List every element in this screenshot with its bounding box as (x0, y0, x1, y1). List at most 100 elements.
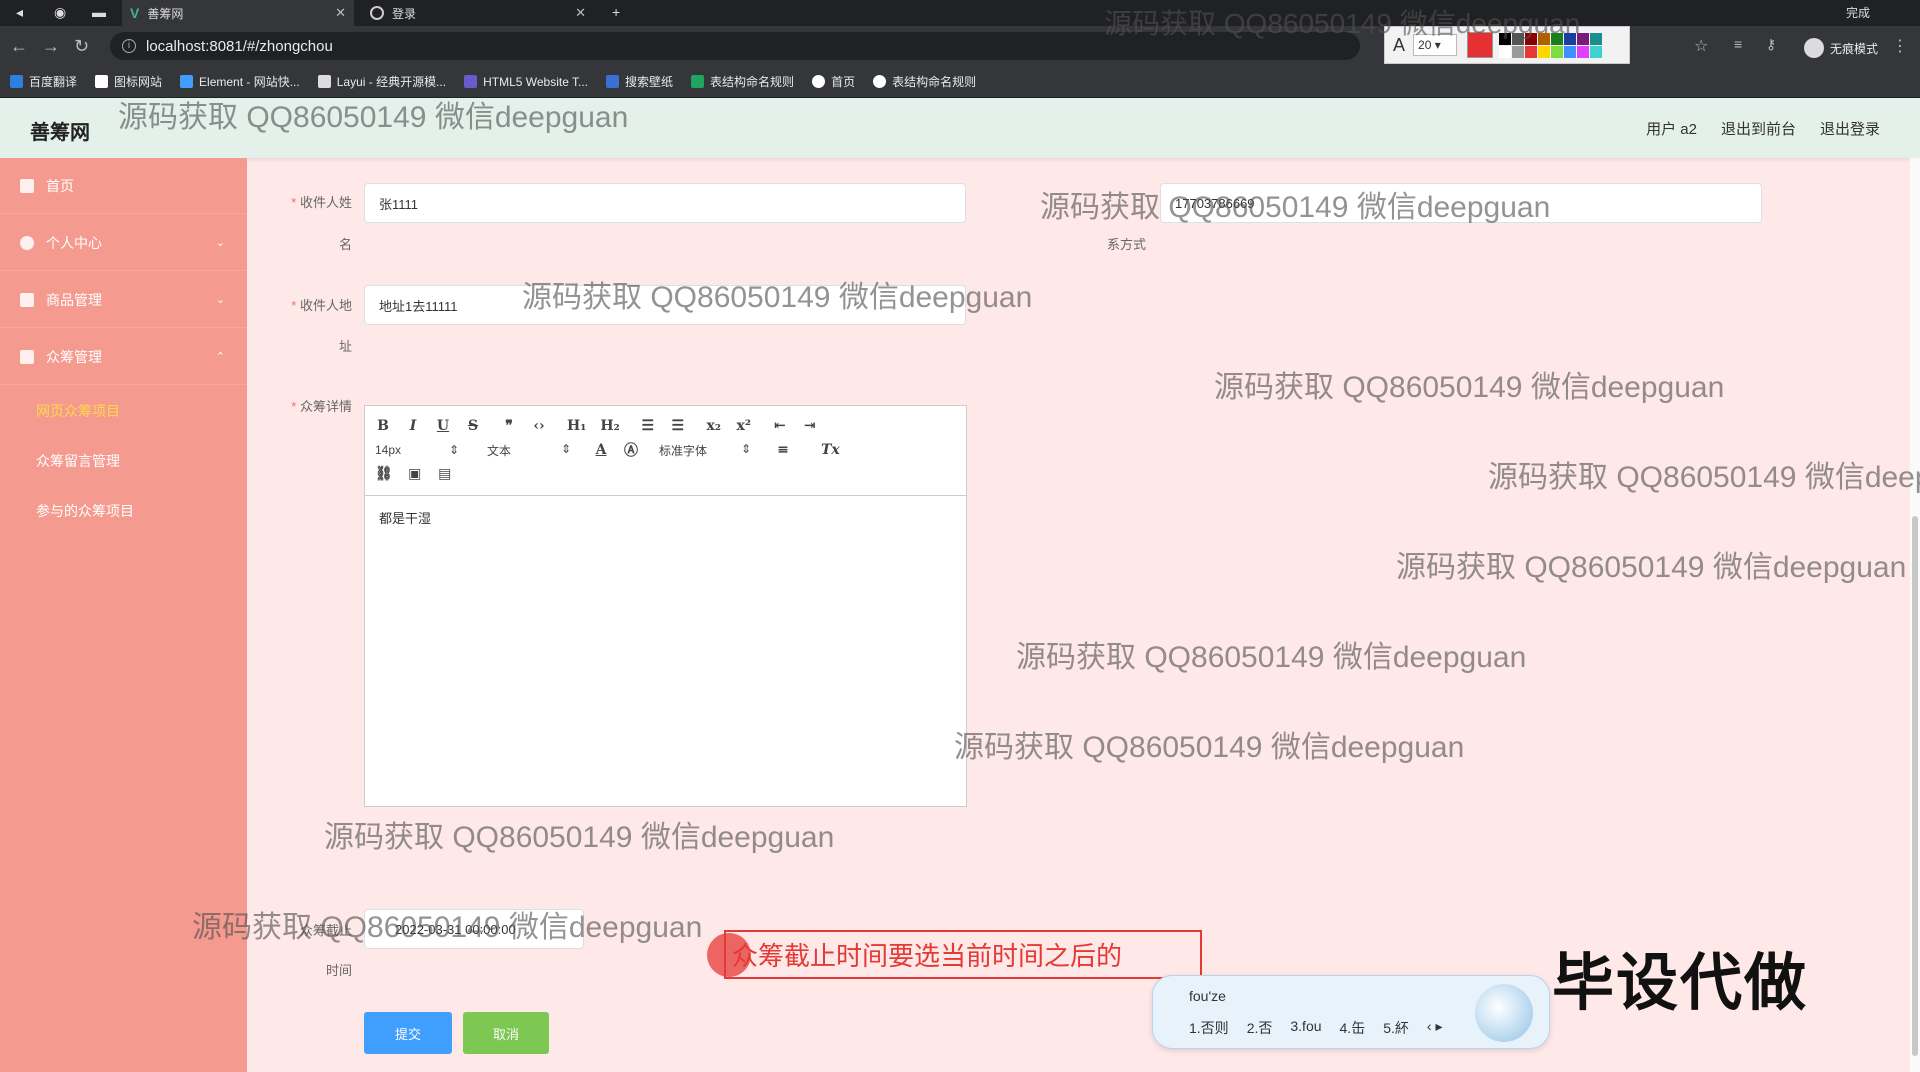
incognito-indicator[interactable]: 无痕模式 (1803, 38, 1878, 58)
more-menu-icon[interactable]: ⋮ (1892, 36, 1908, 56)
recipient-name-input[interactable] (364, 183, 966, 223)
bold-icon[interactable]: B (375, 418, 391, 434)
background-color-icon[interactable]: Ⓐ (623, 440, 639, 460)
sidebar-item-home[interactable]: 首页 (0, 158, 247, 214)
ime-candidate[interactable]: 4.缶 (1340, 1018, 1366, 1038)
font-family-select[interactable]: 标准字体 ⇕ (659, 442, 751, 459)
heading1-icon[interactable]: H₁ (567, 418, 586, 434)
sidebar-item-products[interactable]: 商品管理 ⌄ (0, 272, 247, 328)
current-user: 用户 a2 (1646, 121, 1697, 138)
done-button[interactable]: 完成 (1846, 4, 1870, 21)
reading-list-icon[interactable]: ≡ (1734, 36, 1742, 52)
forward-icon[interactable]: → (42, 36, 60, 57)
bookmark-item[interactable]: HTML5 Website T... (464, 75, 588, 89)
bookmark-item[interactable]: 表结构命名规则 (873, 73, 976, 90)
video-icon[interactable]: ▤ (437, 466, 453, 482)
editor-content[interactable]: 都是干湿 (365, 496, 966, 539)
bookmark-item[interactable]: 搜索壁纸 (606, 73, 673, 90)
page-scrollbar[interactable] (1910, 158, 1920, 1072)
bullet-list-icon[interactable]: ☰ (670, 418, 686, 434)
sidebar-item-label: 众筹管理 (46, 348, 102, 365)
sidebar-subitem-joined[interactable]: 参与的众筹项目 (0, 486, 247, 536)
label-text: 众筹详情 (299, 399, 352, 414)
flag-icon (95, 75, 109, 88)
reload-icon[interactable]: ↻ (74, 36, 89, 57)
back-icon[interactable]: ← (10, 36, 28, 57)
cancel-button[interactable]: 取消 (463, 1012, 549, 1054)
strike-icon[interactable]: S (465, 418, 481, 434)
back-to-frontend-link[interactable]: 退出到前台 (1721, 118, 1796, 139)
font-size-select[interactable]: 14px ⇕ (375, 443, 459, 457)
globe-icon (812, 75, 826, 88)
bookmark-item[interactable]: 百度翻译 (10, 73, 77, 90)
quote-icon[interactable]: ❞ (501, 418, 517, 434)
globe-icon[interactable]: ◉ (54, 4, 66, 21)
details-label: * 众筹详情 (291, 399, 352, 414)
chevron-down-icon: ⌄ (215, 294, 225, 306)
font-size-select[interactable]: 20 ▾ (1413, 34, 1458, 56)
bookmark-item[interactable]: 表结构命名规则 (691, 73, 794, 90)
align-icon[interactable]: ≡ (775, 442, 791, 458)
superscript-icon[interactable]: x² (736, 418, 752, 434)
bookmark-label: 百度翻译 (29, 75, 78, 89)
new-tab-icon[interactable]: + (612, 4, 620, 20)
text-color-icon[interactable]: A (593, 442, 609, 458)
bookmark-label: 搜索壁纸 (625, 75, 674, 89)
ordered-list-icon[interactable]: ☰ (640, 418, 656, 434)
heading2-icon[interactable]: H₂ (600, 418, 619, 434)
tab-login[interactable]: 登录 ✕ (362, 0, 594, 26)
subscript-icon[interactable]: x₂ (706, 418, 722, 434)
code-icon[interactable]: ‹› (531, 418, 547, 434)
logout-link[interactable]: 退出登录 (1820, 118, 1880, 139)
color-palette[interactable] (1499, 32, 1603, 58)
bookmark-item[interactable]: Element - 网站快... (180, 73, 300, 90)
ime-candidate[interactable]: 2.否 (1247, 1018, 1273, 1038)
user-icon (20, 235, 34, 250)
ime-candidates: 1.否则 2.否 3.fou 4.缶 5.紑 ‹ ▸ (1189, 1018, 1442, 1038)
key-icon[interactable]: ⚷ (1766, 36, 1776, 53)
info-icon[interactable]: i (122, 39, 136, 53)
close-icon[interactable]: ✕ (575, 5, 586, 21)
sidebar-item-profile[interactable]: 个人中心 ⌄ (0, 215, 247, 271)
sidebar-subitem-messages[interactable]: 众筹留言管理 (0, 436, 247, 486)
clear-format-icon[interactable]: Tx (821, 442, 840, 458)
page-arrows-icon[interactable]: ‹ ▸ (1427, 1018, 1443, 1038)
bookmark-item[interactable]: Layui - 经典开源模... (317, 73, 446, 90)
sort-icon: ⇕ (448, 443, 459, 457)
deadline-datetime-input[interactable] (364, 909, 584, 949)
audio-icon[interactable]: ◂ (16, 4, 23, 21)
submit-button[interactable]: 提交 (364, 1012, 452, 1054)
site-logo[interactable]: 善筹网 (30, 116, 90, 145)
current-color-swatch[interactable] (1467, 32, 1494, 58)
paragraph-select[interactable]: 文本 ⇕ (487, 442, 571, 459)
address-label-cont: 址 (338, 339, 352, 354)
globe-icon (873, 75, 887, 88)
ime-candidate[interactable]: 3.fou (1290, 1018, 1321, 1038)
star-icon[interactable]: ☆ (1694, 36, 1708, 56)
sidebar-subitem-projects[interactable]: 网页众筹项目 (0, 386, 247, 436)
address-input[interactable] (364, 285, 966, 325)
ime-candidate[interactable]: 5.紑 (1383, 1018, 1409, 1038)
ime-candidate[interactable]: 1.否则 (1189, 1018, 1229, 1038)
promo-tag: 毕设代做 (1552, 946, 1809, 1019)
tab-shanchou[interactable]: V 善筹网 ✕ (122, 0, 354, 26)
scrollbar-thumb[interactable] (1912, 516, 1918, 1056)
bookmark-item[interactable]: 图标网站 (95, 73, 162, 90)
image-icon[interactable]: ▣ (407, 466, 423, 482)
label-text: 收件人姓 (299, 195, 352, 210)
close-icon[interactable]: ✕ (335, 5, 346, 21)
text-tool-icon[interactable]: A (1393, 35, 1405, 56)
font-size-value: 20 (1418, 38, 1432, 52)
link-icon[interactable]: ⛓ (375, 466, 393, 482)
outdent-icon[interactable]: ⇤ (772, 418, 788, 434)
bookmark-label: Element - 网站快... (199, 75, 300, 89)
italic-icon[interactable]: I (405, 418, 421, 434)
window-icon[interactable]: ▬ (92, 4, 106, 20)
underline-icon[interactable]: U (435, 418, 451, 434)
url-input[interactable]: i localhost:8081/#/zhongchou (110, 32, 1360, 60)
indent-icon[interactable]: ⇥ (802, 418, 818, 434)
sidebar-item-crowdfunding[interactable]: 众筹管理 ⌃ (0, 329, 247, 385)
bookmark-item[interactable]: 首页 (812, 73, 855, 90)
translate-icon (10, 75, 23, 88)
contact-input[interactable] (1160, 183, 1762, 223)
